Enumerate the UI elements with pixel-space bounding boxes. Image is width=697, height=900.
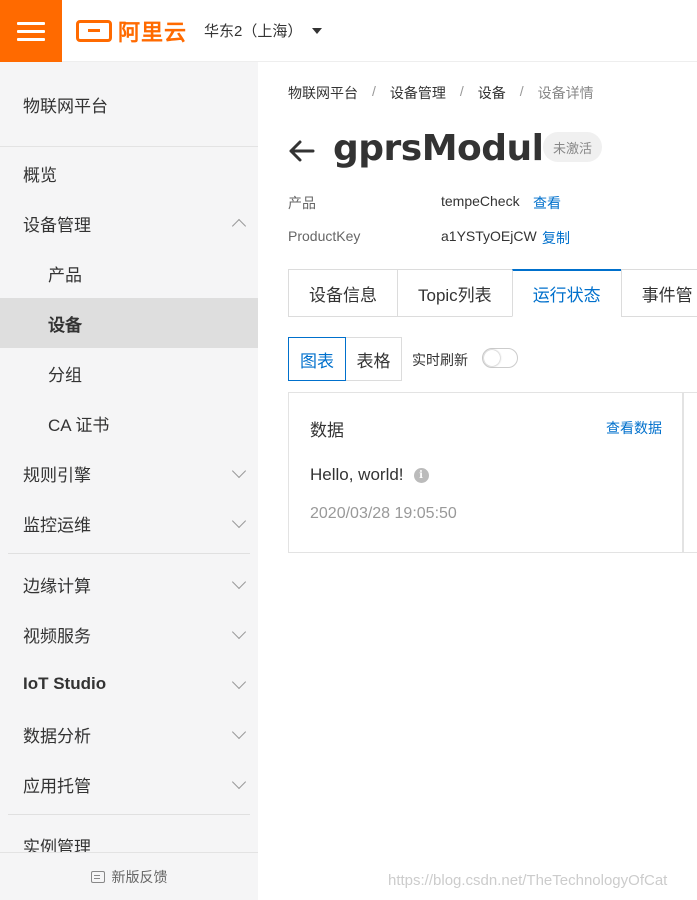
chevron-down-icon	[231, 513, 247, 529]
card-value: Hello, world! i	[310, 465, 429, 485]
tab-topic-list[interactable]: Topic列表	[397, 269, 512, 317]
copy-key-link[interactable]: 复制	[542, 228, 570, 248]
sidebar-item-rule-engine[interactable]: 规则引擎	[0, 448, 258, 498]
sidebar-item-device-management[interactable]: 设备管理	[0, 198, 258, 248]
sidebar-divider	[8, 553, 250, 554]
breadcrumb-separator: /	[519, 83, 524, 99]
sidebar-item-overview[interactable]: 概览	[0, 148, 258, 198]
sidebar-item-label: 数据分析	[23, 726, 91, 746]
sidebar-item-label: 设备管理	[23, 215, 91, 235]
next-card-edge	[683, 392, 697, 553]
product-label: 产品	[288, 195, 316, 211]
table-view-button[interactable]: 表格	[346, 337, 402, 381]
device-tabs: 设备信息 Topic列表 运行状态 事件管	[288, 269, 697, 317]
view-data-link[interactable]: 查看数据	[606, 418, 662, 438]
sidebar-item-label: 产品	[48, 265, 82, 285]
sidebar-item-group[interactable]: 分组	[0, 348, 258, 398]
sidebar-item-ca-cert[interactable]: CA 证书	[0, 398, 258, 448]
sidebar-item-app-hosting[interactable]: 应用托管	[0, 759, 258, 809]
breadcrumb: 物联网平台 / 设备管理 / 设备 / 设备详情	[288, 83, 594, 103]
view-product-link[interactable]: 查看	[533, 193, 561, 213]
sidebar-item-label: 视频服务	[23, 626, 91, 646]
chevron-down-icon	[231, 774, 247, 790]
tab-device-info[interactable]: 设备信息	[288, 269, 397, 317]
sidebar-item-video-service[interactable]: 视频服务	[0, 609, 258, 659]
main-content: 物联网平台 / 设备管理 / 设备 / 设备详情 gprsModule 未激活 …	[258, 62, 697, 900]
sidebar-item-product[interactable]: 产品	[0, 248, 258, 298]
sidebar-item-label: 分组	[48, 365, 82, 385]
back-arrow-icon[interactable]	[287, 137, 315, 165]
sidebar-item-label: CA 证书	[48, 415, 110, 435]
region-label: 华东2（上海）	[204, 23, 303, 40]
feedback-button[interactable]: 新版反馈	[0, 852, 258, 900]
property-value: Hello, world!	[310, 465, 404, 484]
caret-down-icon	[312, 27, 323, 34]
feedback-icon	[90, 870, 105, 883]
chevron-up-icon	[231, 218, 247, 234]
chevron-down-icon	[231, 463, 247, 479]
tab-run-status[interactable]: 运行状态	[511, 269, 621, 317]
sidebar-item-monitoring[interactable]: 监控运维	[0, 498, 258, 548]
watermark: https://blog.csdn.net/TheTechnologyOfCat	[388, 872, 668, 889]
sidebar: 物联网平台 概览 设备管理 产品 设备 分组 CA 证书 规则引擎 监控运维 边…	[0, 62, 258, 900]
breadcrumb-item[interactable]: 物联网平台	[288, 83, 358, 103]
data-card: 数据 查看数据 Hello, world! i 2020/03/28 19:05…	[288, 392, 683, 553]
status-badge: 未激活	[543, 132, 603, 162]
feedback-label: 新版反馈	[111, 868, 168, 885]
sidebar-item-label: 监控运维	[23, 515, 91, 535]
sidebar-title: 物联网平台	[0, 62, 258, 147]
breadcrumb-item[interactable]: 设备	[478, 83, 506, 103]
device-name: gprsModule	[333, 128, 568, 169]
toggle-knob	[484, 350, 500, 366]
region-selector[interactable]: 华东2（上海）	[204, 20, 323, 41]
sidebar-divider	[8, 814, 250, 815]
sidebar-item-label: 应用托管	[23, 776, 91, 796]
top-bar: 阿里云 华东2（上海）	[0, 0, 697, 62]
tab-event-management[interactable]: 事件管	[620, 269, 697, 317]
sidebar-item-label: IoT Studio	[23, 674, 107, 693]
sidebar-item-label: 设备	[48, 315, 82, 335]
breadcrumb-separator: /	[372, 83, 376, 99]
sidebar-item-edge-computing[interactable]: 边缘计算	[0, 559, 258, 609]
chevron-down-icon	[231, 624, 247, 640]
sidebar-item-data-analysis[interactable]: 数据分析	[0, 709, 258, 759]
product-key-label: ProductKey	[288, 228, 361, 244]
info-icon[interactable]: i	[413, 467, 429, 483]
product-key-value: a1YSTyOEjCW	[441, 228, 537, 244]
chevron-down-icon	[231, 574, 247, 590]
breadcrumb-current: 设备详情	[537, 85, 594, 101]
sidebar-item-label: 边缘计算	[23, 576, 91, 596]
aliyun-logo[interactable]: 阿里云	[76, 18, 188, 46]
card-title: 数据	[310, 421, 344, 440]
realtime-refresh-toggle[interactable]	[482, 348, 518, 368]
sidebar-item-iot-studio[interactable]: IoT Studio	[0, 659, 258, 709]
realtime-refresh-label: 实时刷新	[412, 352, 468, 368]
menu-icon[interactable]	[0, 0, 62, 62]
chart-view-button[interactable]: 图表	[288, 337, 346, 381]
sidebar-item-label: 概览	[23, 165, 57, 185]
chevron-down-icon	[231, 724, 247, 740]
sidebar-item-device[interactable]: 设备	[0, 298, 258, 348]
card-timestamp: 2020/03/28 19:05:50	[310, 505, 457, 522]
aliyun-logo-icon	[76, 20, 112, 42]
product-value: tempeCheck	[441, 193, 520, 209]
chevron-down-icon	[231, 674, 247, 690]
logo-text: 阿里云	[118, 21, 188, 46]
sidebar-item-label: 规则引擎	[23, 465, 91, 485]
breadcrumb-item[interactable]: 设备管理	[390, 83, 446, 103]
breadcrumb-separator: /	[459, 83, 464, 99]
